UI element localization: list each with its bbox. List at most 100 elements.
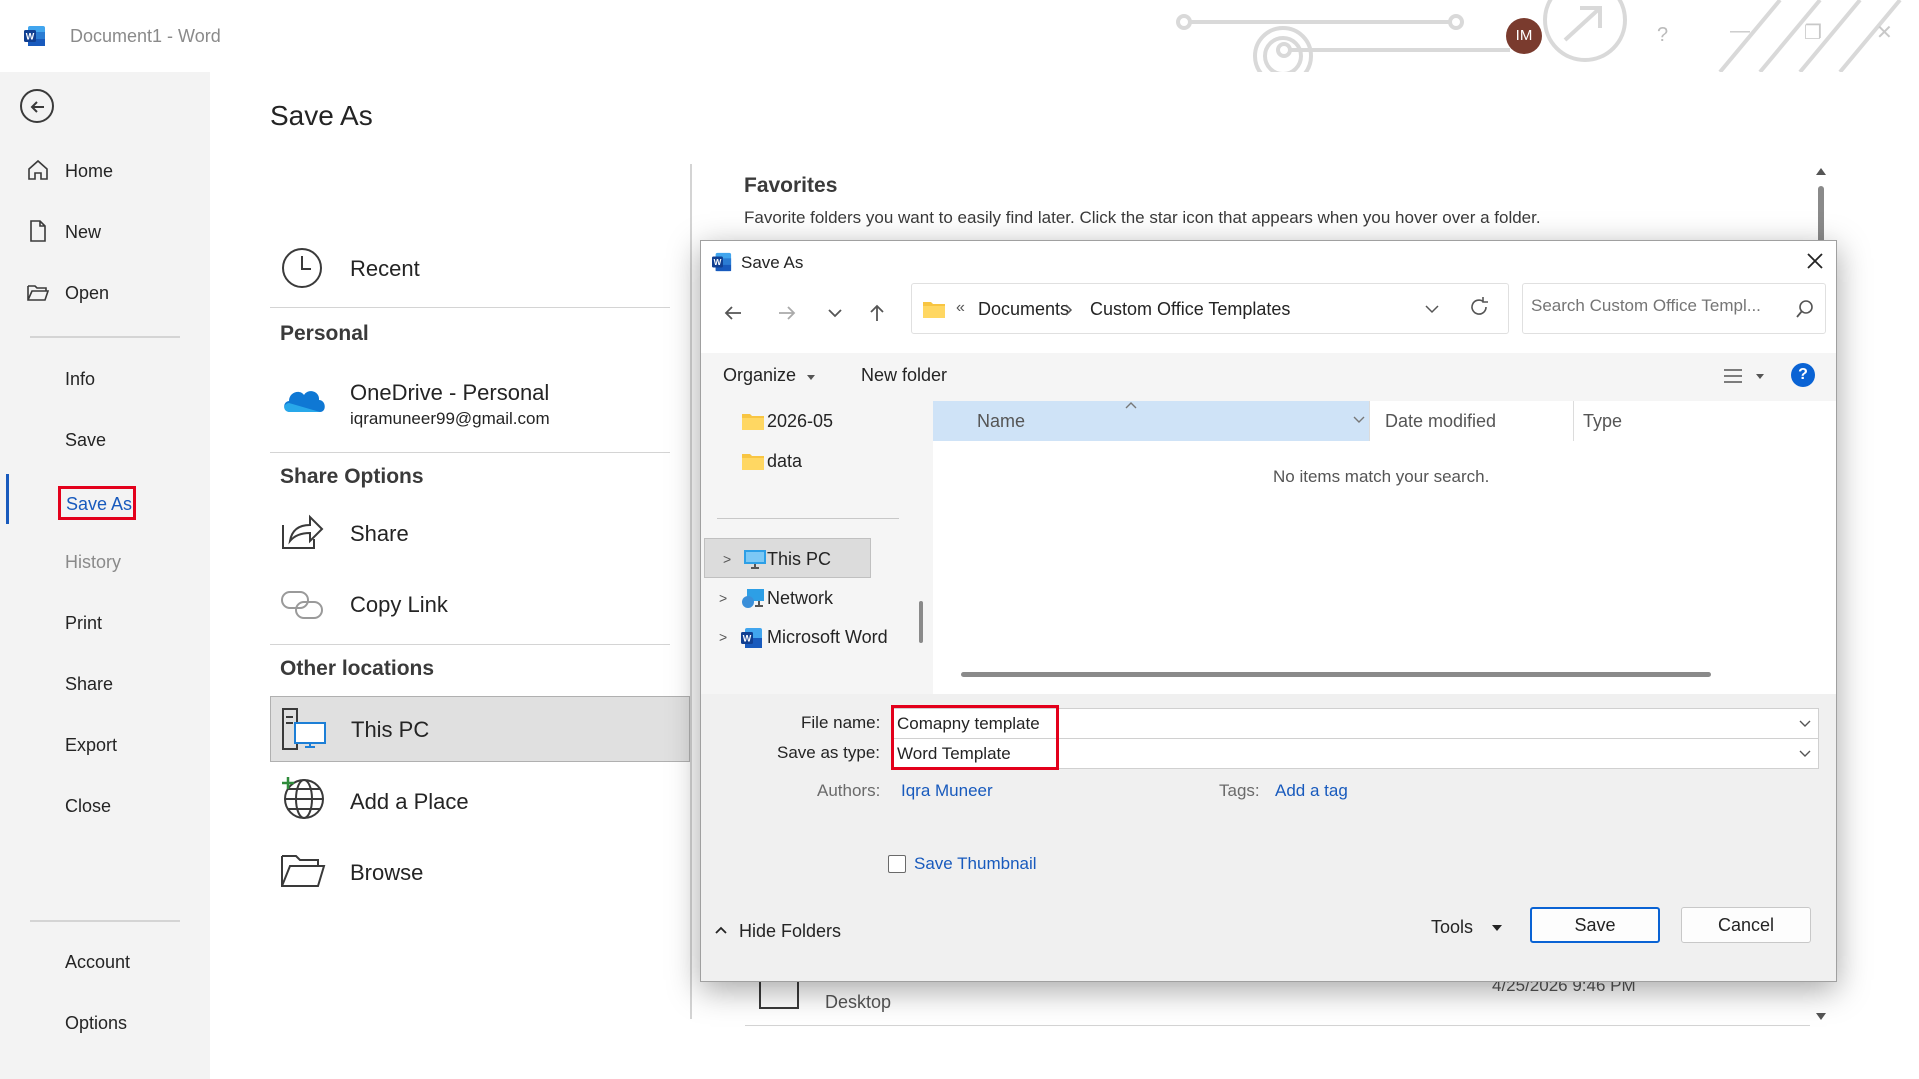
nav-info[interactable]: Info (65, 369, 95, 390)
collapse-chevron-icon[interactable] (715, 926, 727, 934)
restore-icon[interactable]: ❐ (1804, 20, 1822, 45)
nav-new[interactable]: New (65, 222, 101, 243)
favorites-heading: Favorites (744, 174, 838, 197)
highlight-box (891, 705, 1059, 770)
location-onedrive[interactable]: OneDrive - Personal iqramuneer99@gmail.c… (270, 362, 690, 428)
location-recent[interactable]: Recent (270, 238, 690, 302)
search-box[interactable] (1522, 283, 1826, 334)
column-header-name[interactable]: Name (933, 401, 1369, 441)
save-button[interactable]: Save (1530, 907, 1660, 943)
dialog-toolbar: Organize New folder ? (701, 353, 1836, 401)
location-add-place[interactable]: Add a Place (270, 769, 690, 833)
column-divider[interactable] (1369, 401, 1370, 441)
nav-export[interactable]: Export (65, 735, 117, 756)
expand-chevron-icon[interactable]: > (719, 629, 727, 645)
address-dropdown-icon[interactable] (1423, 300, 1441, 318)
up-arrow-icon[interactable] (865, 301, 889, 325)
new-folder-button[interactable]: New folder (861, 365, 947, 386)
folder-data[interactable]: data (701, 441, 909, 481)
file-name-dropdown-icon[interactable] (1798, 716, 1812, 730)
location-recent-label: Recent (350, 256, 420, 281)
hide-folders-button[interactable]: Hide Folders (739, 921, 841, 942)
nav-account[interactable]: Account (65, 952, 130, 973)
horizontal-scrollbar[interactable] (961, 672, 1711, 677)
user-avatar[interactable]: IM (1506, 18, 1542, 54)
view-list-icon[interactable] (1723, 367, 1743, 385)
add-place-label: Add a Place (350, 789, 469, 814)
search-icon[interactable] (1795, 299, 1815, 319)
nav-save-as[interactable]: Save As (58, 486, 136, 520)
onedrive-label: OneDrive - Personal (350, 380, 550, 405)
nav-microsoft-word[interactable]: > W Microsoft Word (701, 617, 909, 657)
word-logo-icon: W (712, 252, 732, 272)
nav-share[interactable]: Share (65, 674, 113, 695)
help-button[interactable]: ? (1657, 24, 1668, 47)
back-arrow-icon[interactable] (721, 301, 745, 325)
browse-folder-icon (281, 855, 326, 887)
address-bar[interactable]: « Documents Custom Office Templates (911, 283, 1509, 334)
svg-text:W: W (743, 634, 752, 644)
network-icon (742, 589, 764, 608)
svg-text:W: W (714, 258, 722, 267)
onedrive-email: iqramuneer99@gmail.com (350, 409, 550, 428)
page-title: Save As (270, 100, 373, 131)
section-divider (270, 452, 670, 453)
column-header-type[interactable]: Type (1583, 411, 1622, 432)
view-dropdown-icon[interactable] (1755, 374, 1765, 380)
nav-history[interactable]: History (65, 552, 121, 573)
expand-chevron-icon[interactable]: > (723, 551, 731, 567)
minimize-icon[interactable]: — (1730, 20, 1750, 43)
nav-network[interactable]: > Network (701, 578, 909, 618)
location-browse[interactable]: Browse (270, 840, 690, 904)
breadcrumb-overflow[interactable]: « (956, 299, 965, 317)
breadcrumb-custom-office-templates[interactable]: Custom Office Templates (1090, 299, 1290, 320)
section-other-locations: Other locations (280, 657, 435, 680)
column-filter-chevron-icon[interactable] (1353, 416, 1365, 424)
save-type-dropdown-icon[interactable] (1798, 746, 1812, 760)
close-window-icon[interactable]: ✕ (1876, 20, 1893, 45)
location-this-pc[interactable]: This PC (270, 696, 690, 762)
nav-save-as-label: Save As (66, 494, 133, 514)
nav-options[interactable]: Options (65, 1013, 127, 1034)
cancel-button[interactable]: Cancel (1681, 907, 1811, 943)
back-button[interactable] (20, 89, 54, 123)
column-divider[interactable] (1573, 401, 1574, 441)
forward-arrow-icon[interactable] (775, 301, 799, 325)
back-arrow-icon (30, 101, 44, 113)
tools-dropdown-icon[interactable] (1491, 925, 1503, 933)
add-place-globe-icon (282, 777, 324, 819)
section-divider (270, 644, 670, 645)
close-icon[interactable] (1804, 250, 1826, 272)
save-thumbnail-checkbox[interactable] (888, 855, 906, 873)
search-input[interactable] (1531, 296, 1781, 316)
pane-scrollbar[interactable] (919, 601, 923, 643)
save-as-dialog: W Save As « Documents Custom Office Temp… (700, 240, 1837, 982)
nav-open[interactable]: Open (65, 283, 109, 304)
nav-print[interactable]: Print (65, 613, 102, 634)
browse-label: Browse (350, 860, 424, 885)
recent-folder-location[interactable]: Desktop (825, 992, 891, 1013)
nav-home[interactable]: Home (65, 161, 113, 182)
organize-menu[interactable]: Organize (723, 365, 796, 386)
location-copy-link[interactable]: Copy Link (270, 576, 690, 640)
nav-save[interactable]: Save (65, 430, 106, 451)
share-label: Share (350, 521, 409, 546)
recent-locations-chevron-icon[interactable] (823, 301, 847, 325)
add-tag-link[interactable]: Add a tag (1275, 781, 1348, 801)
column-header-date[interactable]: Date modified (1385, 411, 1496, 432)
help-icon[interactable]: ? (1791, 363, 1815, 387)
nav-close[interactable]: Close (65, 796, 111, 817)
refresh-icon[interactable] (1468, 296, 1490, 318)
authors-value[interactable]: Iqra Muneer (901, 781, 993, 801)
location-share[interactable]: Share (270, 505, 690, 569)
dialog-title: Save As (741, 253, 804, 272)
nav-this-pc[interactable]: > This PC (704, 538, 871, 578)
copy-link-label: Copy Link (350, 592, 448, 617)
breadcrumb-documents[interactable]: Documents (978, 299, 1069, 320)
nav-label: Microsoft Word (767, 627, 888, 647)
save-thumbnail-label[interactable]: Save Thumbnail (914, 854, 1037, 874)
organize-dropdown-icon[interactable] (806, 375, 816, 381)
tools-menu[interactable]: Tools (1431, 917, 1473, 938)
folder-2026-05[interactable]: 2026-05 (701, 401, 909, 441)
expand-chevron-icon[interactable]: > (719, 590, 727, 606)
